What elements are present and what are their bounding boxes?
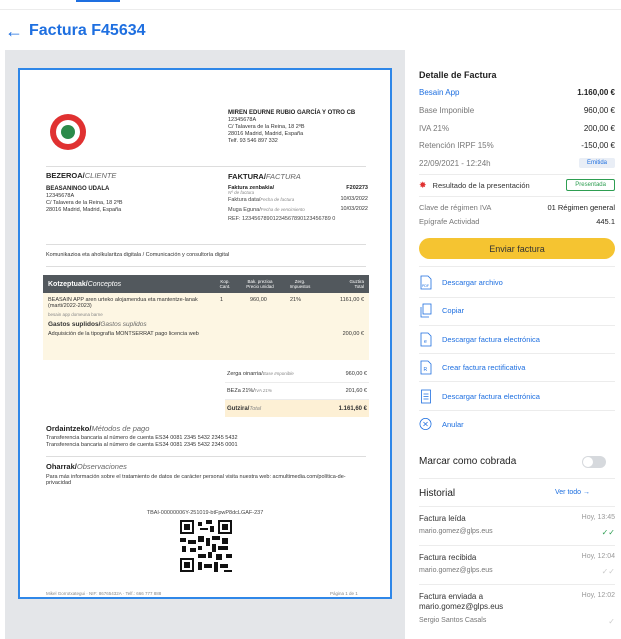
double-check-icon: ✓✓ <box>601 528 615 537</box>
history-item: Factura recibida Hoy, 12:04 mario.gomez@g… <box>419 553 615 576</box>
history-item: Factura leída Hoy, 13:45 mario.gomez@glps… <box>419 514 615 537</box>
company-city: 28016 Madrid, Madrid, España <box>228 131 304 137</box>
send-invoice-button[interactable]: Enviar factura <box>419 238 615 259</box>
cancel-invoice-action[interactable]: Anular <box>419 415 615 433</box>
invoice-meta: FAKTURA/FACTURA Faktura zenbakia/F202273… <box>228 172 368 222</box>
epigraph-row: Epígrafe Actividad 445.1 <box>419 217 615 226</box>
invoice-ref: REF: 12345678901234567890123456789 0 <box>228 216 336 222</box>
top-bar <box>0 0 621 10</box>
table-row: Adquisición de la tipografía MONTSERRAT … <box>48 331 364 337</box>
download-file-action[interactable]: PDF Descargar archivo <box>419 273 615 291</box>
payment-block: Ordaintzeko/Métodos de pago Transferenci… <box>46 424 238 448</box>
e-invoice-file-icon: e <box>419 332 432 347</box>
qr-code-icon <box>180 520 232 572</box>
app-link[interactable]: Besain App <box>419 88 459 97</box>
svg-text:e: e <box>424 339 427 345</box>
cancel-circle-icon <box>419 417 432 432</box>
paid-toggle[interactable] <box>582 456 606 468</box>
company-block: MIREN EDURNE RUBIO GARCÍA Y OTRO CB 1234… <box>228 110 355 145</box>
detail-irpf-row: Retención IRPF 15% -150,00 € <box>419 141 615 150</box>
detail-vat-row: IVA 21% 200,00 € <box>419 124 615 133</box>
company-name: MIREN EDURNE RUBIO GARCÍA Y OTRO CB <box>228 110 356 116</box>
copy-icon <box>419 303 432 318</box>
svg-text:PDF: PDF <box>422 284 429 288</box>
client-block: BEZEROA/CLIENTE BEASANINGO UDALA 1234567… <box>46 171 123 213</box>
detail-title: Detalle de Factura <box>419 70 497 80</box>
company-phone: Telf. 93 546 897 332 <box>228 138 278 144</box>
tbai-code: TBAI-00000006Y-251019-btFpwP8dcLGAF-237 <box>146 510 264 516</box>
client-address: C/ Talavera de la Reina, 18 2ºB <box>46 200 123 206</box>
client-name: BEASANINGO UDALA <box>46 186 110 192</box>
document-footer-left: Mikel Gorrotxategui · NIF: 86765432A · T… <box>46 591 162 596</box>
company-logo-icon <box>50 114 86 150</box>
arrow-left-icon[interactable]: ← <box>5 22 23 40</box>
page-header: ← Factura F45634 <box>5 22 146 40</box>
document-icon <box>419 389 432 404</box>
page-title: Factura F45634 <box>29 22 146 39</box>
detail-base-row: Base Imponible 960,00 € <box>419 106 615 115</box>
create-rectifying-action[interactable]: R Crear factura rectificativa <box>419 358 615 376</box>
rectify-file-icon: R <box>419 360 432 375</box>
document-viewer[interactable]: MIREN EDURNE RUBIO GARCÍA Y OTRO CB 1234… <box>5 50 405 639</box>
item-note: besain app domeuna barne <box>48 312 103 317</box>
detail-app-row: Besain App 1.160,00 € <box>419 88 615 97</box>
presentation-badge: Presentada <box>566 179 615 191</box>
double-check-icon: ✓✓ <box>601 567 615 576</box>
status-badge: Emitida <box>578 158 615 168</box>
company-nif: 12345678A <box>228 117 257 123</box>
client-city: 28016 Madrid, Madrid, España <box>46 207 122 213</box>
invoice-date: 10/03/2022 <box>340 196 368 202</box>
see-all-link[interactable]: Ver todo → <box>555 489 590 496</box>
paid-toggle-label: Marcar como cobrada <box>419 456 517 467</box>
download-einvoice-action-2[interactable]: Descargar factura electrónica <box>419 387 615 405</box>
page-number: Página 1 de 1 <box>330 591 358 596</box>
totals-block: Zerga oinarria/Base Imponible 960,00 € BE… <box>225 366 369 417</box>
activity-line: Komunikazioa eta aholkularitza digitala … <box>46 252 230 258</box>
download-einvoice-action[interactable]: e Descargar factura electrónica <box>419 330 615 348</box>
copy-action[interactable]: Copiar <box>419 301 615 319</box>
active-tab-indicator <box>76 0 120 2</box>
invoice-due-date: 10/03/2022 <box>340 206 368 212</box>
concepts-body: BEASAIN APP aren urteko alojamendua eta … <box>43 293 369 360</box>
concepts-header: Kotzeptuak/Conceptos Kop. Cant. Bak. prez… <box>43 275 369 293</box>
history-item: Factura enviada a mario.gomez@glps.eus Ho… <box>419 592 615 626</box>
detail-date-row: 22/09/2021 - 12:24h Emitida <box>419 158 615 168</box>
svg-text:R: R <box>423 367 427 373</box>
table-row: BEASAIN APP aren urteko alojamendua eta … <box>48 297 364 309</box>
history-title: Historial <box>419 488 456 499</box>
total-row: Gutzira/Total 1.161,60 € <box>225 400 369 417</box>
pdf-file-icon: PDF <box>419 275 432 290</box>
invoice-number: F202273 <box>346 185 368 191</box>
invoice-document: MIREN EDURNE RUBIO GARCÍA Y OTRO CB 1234… <box>18 68 392 599</box>
detail-panel: Detalle de Factura Besain App 1.160,00 € … <box>405 50 621 639</box>
basque-shield-icon: ✸ <box>419 179 427 190</box>
company-address: C/ Talavera de la Reina, 18 2ºB <box>228 124 305 130</box>
check-icon: ✓ <box>608 617 615 626</box>
presentation-row: ✸ Resultado de la presentación Presentada <box>419 179 615 191</box>
client-nif: 12345678A <box>46 193 75 199</box>
regime-row: Clave de régimen IVA 01 Régimen general <box>419 203 615 212</box>
observations-block: Oharrak/Observaciones Para más informaci… <box>46 462 346 486</box>
